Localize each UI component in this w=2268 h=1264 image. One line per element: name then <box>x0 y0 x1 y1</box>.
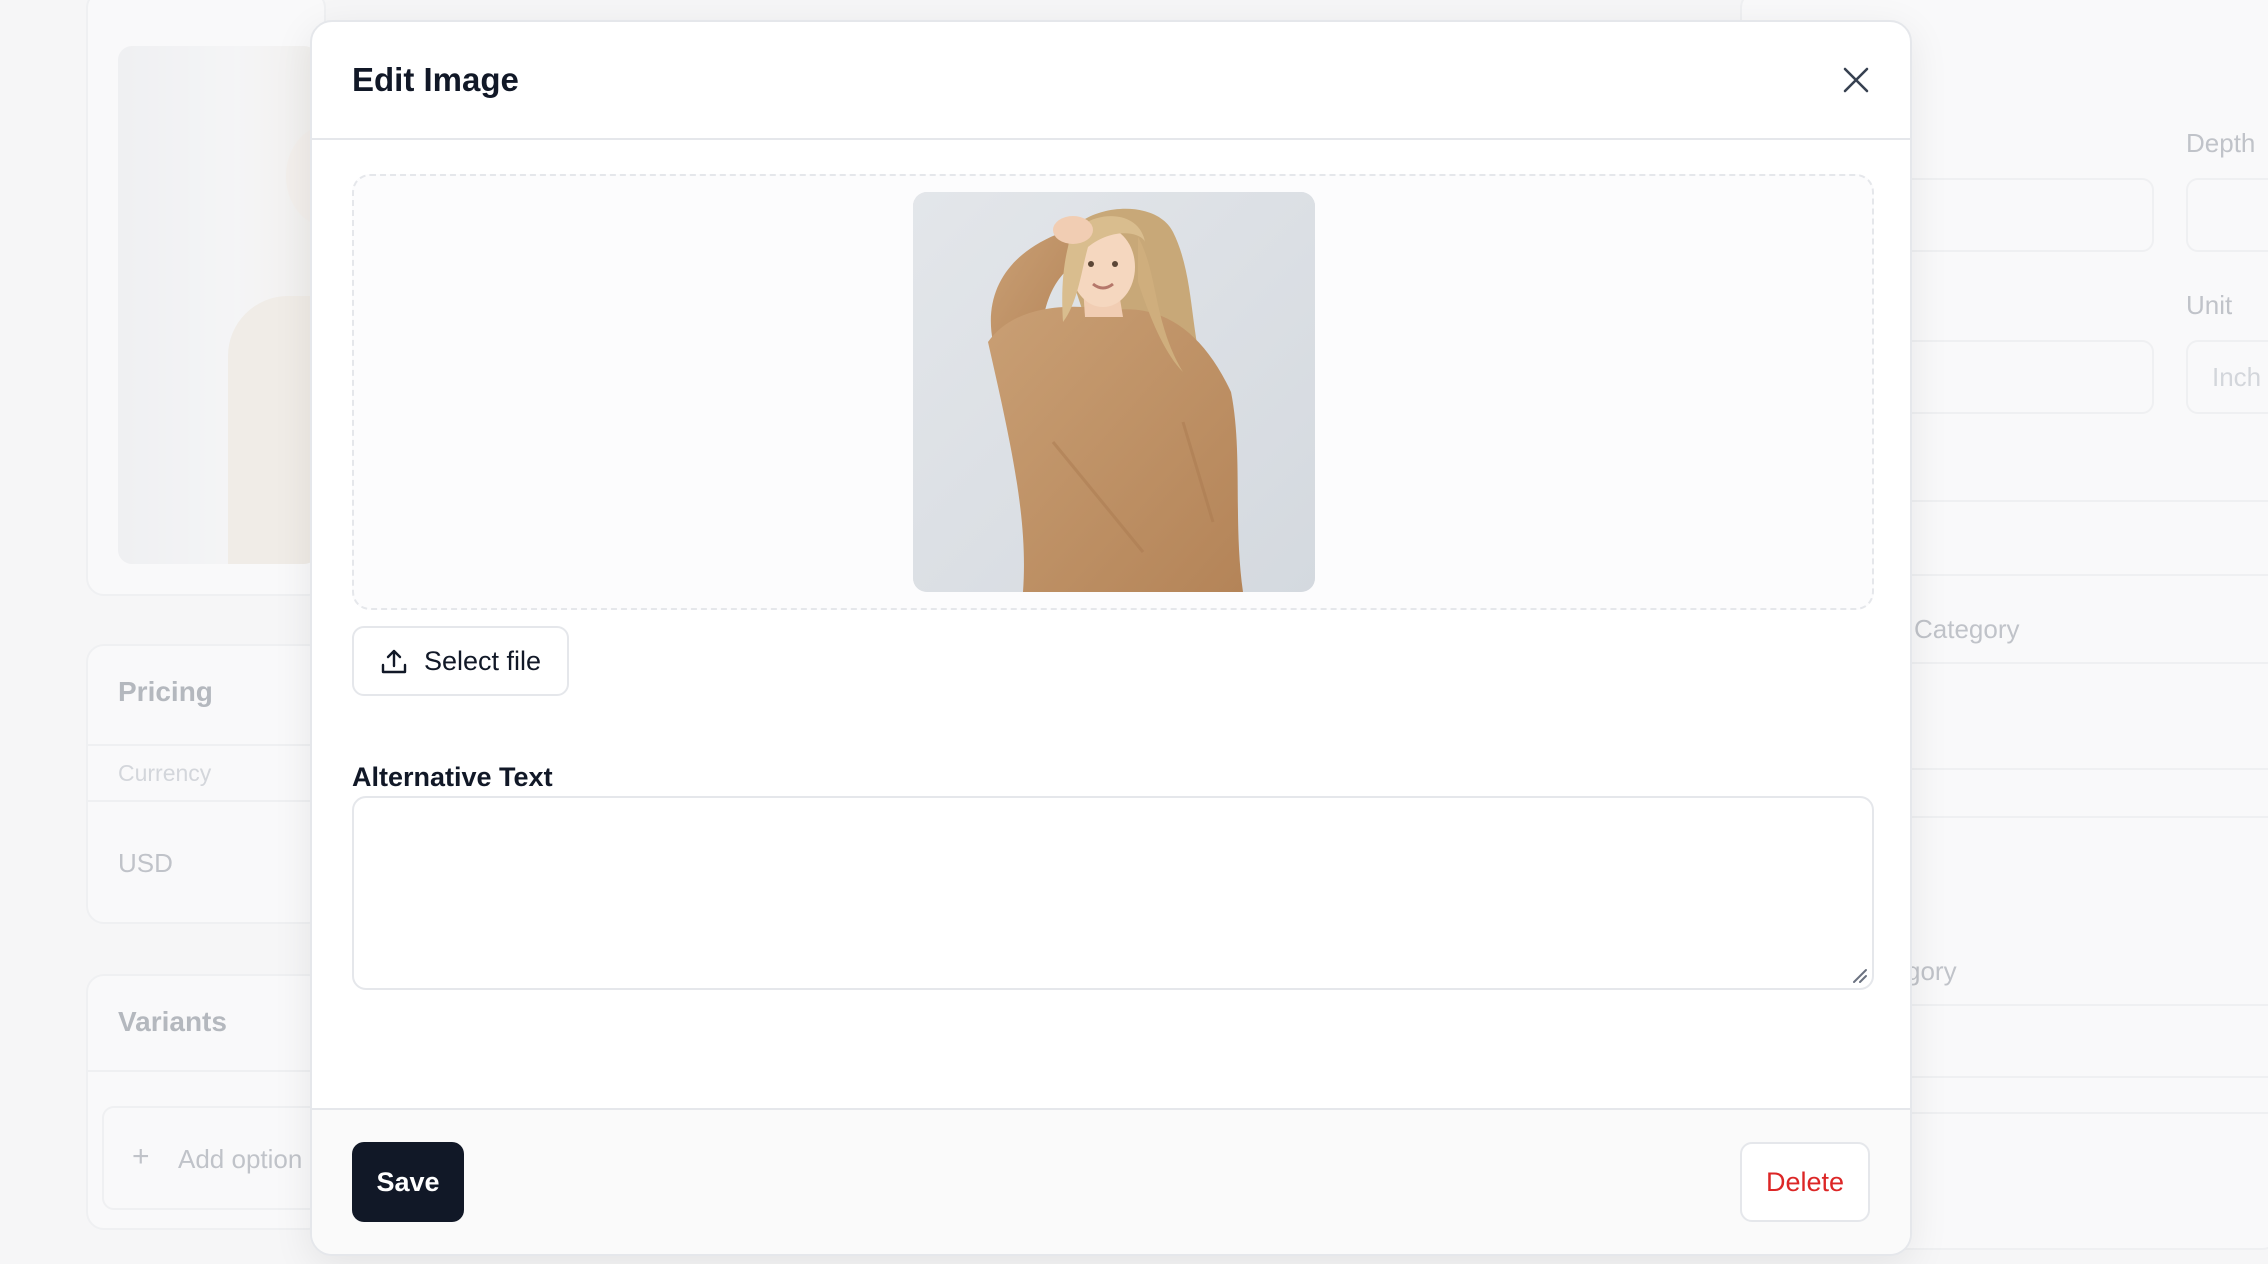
divider <box>1900 500 2268 502</box>
close-button[interactable] <box>1834 58 1878 102</box>
category-label: Category <box>1914 614 2020 644</box>
select-file-button[interactable]: Select file <box>352 626 570 696</box>
upload-icon <box>381 649 407 674</box>
add-option-label: Add option <box>178 1144 303 1174</box>
divider <box>1900 1004 2268 1006</box>
currency-label: Currency <box>118 760 212 786</box>
divider <box>1900 768 2268 770</box>
divider <box>1900 662 2268 664</box>
unit-value: Inch <box>2212 362 2262 392</box>
divider <box>1900 1112 2268 1114</box>
divider <box>1900 574 2268 576</box>
depth-input[interactable] <box>2186 178 2268 252</box>
currency-value[interactable]: USD <box>118 848 173 879</box>
unit-label: Unit <box>2186 290 2233 320</box>
alt-text-label: Alternative Text <box>352 762 553 792</box>
dialog-title: Edit Image <box>352 61 519 98</box>
divider <box>88 1070 324 1072</box>
resize-handle-icon[interactable] <box>1850 966 1868 984</box>
width-input[interactable] <box>1900 178 2154 252</box>
delete-button[interactable]: Delete <box>1740 1142 1870 1222</box>
alt-text-input[interactable] <box>352 796 1874 990</box>
divider <box>1900 1076 2268 1078</box>
select-file-label: Select file <box>424 645 542 676</box>
plus-icon: + <box>132 1140 150 1173</box>
background-product-image <box>118 46 318 564</box>
edit-image-dialog: Edit Image Select file Alternative Text … <box>310 20 1912 1256</box>
divider <box>1900 816 2268 818</box>
weight-input[interactable] <box>1900 340 2154 414</box>
close-icon <box>1843 67 1869 93</box>
pricing-title: Pricing <box>118 676 213 707</box>
divider <box>88 744 324 746</box>
save-button[interactable]: Save <box>352 1142 464 1222</box>
depth-label: Depth <box>2186 128 2256 158</box>
variants-title: Variants <box>118 1006 227 1037</box>
divider <box>88 800 324 802</box>
product-photo <box>913 192 1315 592</box>
dialog-header: Edit Image <box>312 22 1910 140</box>
image-preview <box>913 192 1315 592</box>
image-dropzone[interactable] <box>352 174 1874 610</box>
dialog-footer: Save Delete <box>312 1108 1910 1254</box>
subcategory-label: gory <box>1906 956 1957 986</box>
